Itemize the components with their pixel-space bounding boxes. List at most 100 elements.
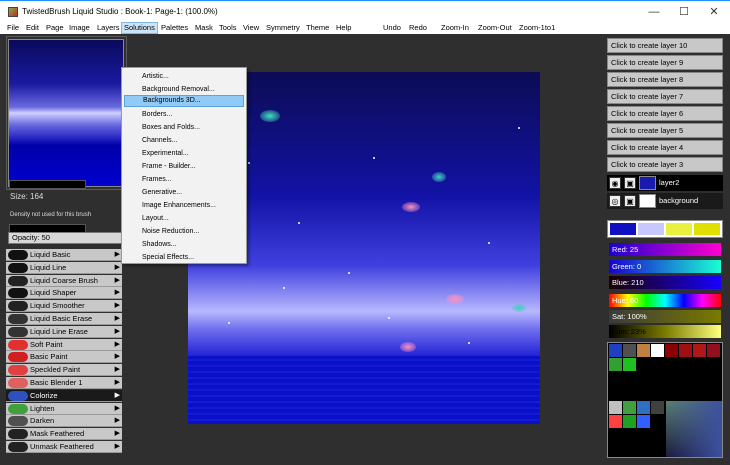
maximize-button[interactable]: ☐ [670,4,698,20]
expand-arrow-icon[interactable]: ▶ [115,404,120,414]
menu-palettes[interactable]: Palettes [159,22,190,34]
expand-arrow-icon[interactable]: ▶ [115,429,120,439]
swatch[interactable] [666,223,692,235]
create-layer-6[interactable]: Click to create layer 6 [607,106,723,121]
create-layer-10[interactable]: Click to create layer 10 [607,38,723,53]
expand-arrow-icon[interactable]: ▶ [115,416,120,426]
menu-solutions[interactable]: Solutions [121,22,158,34]
green-slider[interactable]: Green: 0 [609,260,721,273]
menu-edit[interactable]: Edit [24,22,41,34]
expand-arrow-icon[interactable]: ▶ [115,314,120,324]
brush-item[interactable]: Speckled Paint ▶ [6,364,122,377]
hue-slider[interactable]: Hue: 60 [609,294,721,307]
palette-color[interactable] [637,344,650,357]
create-layer-3[interactable]: Click to create layer 3 [607,157,723,172]
palette-color[interactable] [637,415,650,428]
undo-button[interactable]: Undo [381,22,403,34]
expand-arrow-icon[interactable]: ▶ [115,263,120,273]
color-picker-area[interactable] [666,401,722,457]
menu-item-experimental[interactable]: Experimental... [124,148,244,160]
expand-arrow-icon[interactable]: ▶ [115,378,120,388]
visibility-eye-icon[interactable]: ◉ [609,177,621,189]
palette-color[interactable] [609,344,622,357]
create-layer-8[interactable]: Click to create layer 8 [607,72,723,87]
blue-slider[interactable]: Blue: 210 [609,276,721,289]
palette-color[interactable] [679,344,692,357]
create-layer-7[interactable]: Click to create layer 7 [607,89,723,104]
menu-item-image-enhancements[interactable]: Image Enhancements... [124,200,244,212]
menu-layers[interactable]: Layers [95,22,122,34]
close-button[interactable]: ✕ [700,4,728,20]
palette-color[interactable] [609,415,622,428]
minimize-button[interactable]: — [640,4,668,20]
menu-item-backgrounds-3d[interactable]: Backgrounds 3D... [124,95,244,107]
red-slider[interactable]: Red: 25 [609,243,721,256]
brush-item[interactable]: Mask Feathered ▶ [6,428,122,441]
palette-color[interactable] [651,344,664,357]
palette-color[interactable] [623,358,636,371]
brush-item[interactable]: Basic Paint ▶ [6,351,122,364]
layer-lock-icon[interactable]: ▣ [624,195,636,207]
menu-tools[interactable]: Tools [217,22,239,34]
create-layer-5[interactable]: Click to create layer 5 [607,123,723,138]
palette-color[interactable] [637,401,650,414]
palette-color[interactable] [623,401,636,414]
brush-item[interactable]: Basic Blender 1 ▶ [6,377,122,389]
layer-row-layer2[interactable]: ◉ ▣ layer2 [607,175,723,191]
zoom-in-button[interactable]: Zoom-In [439,22,471,34]
layer-row-background[interactable]: ◎ ▣ background [607,193,723,209]
palette-color[interactable] [707,344,720,357]
menu-item-boxes-and-folds[interactable]: Boxes and Folds... [124,122,244,134]
expand-arrow-icon[interactable]: ▶ [115,250,120,260]
brush-item[interactable]: Soft Paint ▶ [6,338,122,351]
zoom-out-button[interactable]: Zoom-Out [476,22,514,34]
palette-color[interactable] [693,344,706,357]
expand-arrow-icon[interactable]: ▶ [115,340,120,350]
menu-item-layout[interactable]: Layout... [124,213,244,225]
brush-item[interactable]: Liquid Basic Erase ▶ [6,313,122,325]
swatch[interactable] [610,223,636,235]
menu-item-special-effects[interactable]: Special Effects... [124,252,244,264]
menu-item-frame-builder[interactable]: Frame - Builder... [124,161,244,173]
navigator-thumbnail[interactable] [8,39,124,187]
menu-page[interactable]: Page [44,22,66,34]
menu-item-channels[interactable]: Channels... [124,135,244,147]
palette-color[interactable] [651,401,664,414]
menu-item-shadows[interactable]: Shadows... [124,239,244,251]
visibility-eye-icon[interactable]: ◎ [609,195,621,207]
menu-item-noise-reduction[interactable]: Noise Reduction... [124,226,244,238]
swatch[interactable] [694,223,720,235]
expand-arrow-icon[interactable]: ▶ [115,301,120,311]
opacity-slider[interactable]: Opacity: 50 [8,232,126,244]
brush-item[interactable]: Lighten ▶ [6,402,122,415]
brush-item[interactable]: Liquid Coarse Brush ▶ [6,274,122,287]
menu-item-generative[interactable]: Generative... [124,187,244,199]
expand-arrow-icon[interactable]: ▶ [115,352,120,362]
menu-item-frames[interactable]: Frames... [124,174,244,186]
menu-item-artistic[interactable]: Artistic... [124,71,244,83]
menu-file[interactable]: File [5,22,21,34]
zoom-1to1-button[interactable]: Zoom-1to1 [517,22,557,34]
create-layer-9[interactable]: Click to create layer 9 [607,55,723,70]
expand-arrow-icon[interactable]: ▶ [115,365,120,375]
brush-item[interactable]: Unmask Feathered ▶ [6,441,122,453]
palette-color[interactable] [665,344,678,357]
palette-color[interactable] [609,401,622,414]
expand-arrow-icon[interactable]: ▶ [115,442,120,452]
brush-item[interactable]: Darken ▶ [6,415,122,428]
brush-item[interactable]: Liquid Shaper ▶ [6,287,122,300]
palette-color[interactable] [609,358,622,371]
menu-image[interactable]: Image [67,22,92,34]
expand-arrow-icon[interactable]: ▶ [115,327,120,337]
brush-item[interactable]: Liquid Basic ▶ [6,249,122,261]
menu-view[interactable]: View [241,22,261,34]
menu-mask[interactable]: Mask [193,22,215,34]
brush-item[interactable]: Liquid Line ▶ [6,261,122,274]
expand-arrow-icon[interactable]: ▶ [115,288,120,298]
palette-color[interactable] [623,415,636,428]
brush-item[interactable]: Liquid Smoother ▶ [6,300,122,313]
layer-lock-icon[interactable]: ▣ [624,177,636,189]
menu-symmetry[interactable]: Symmetry [264,22,302,34]
create-layer-4[interactable]: Click to create layer 4 [607,140,723,155]
brush-item[interactable]: Colorize ▶ [6,389,122,402]
